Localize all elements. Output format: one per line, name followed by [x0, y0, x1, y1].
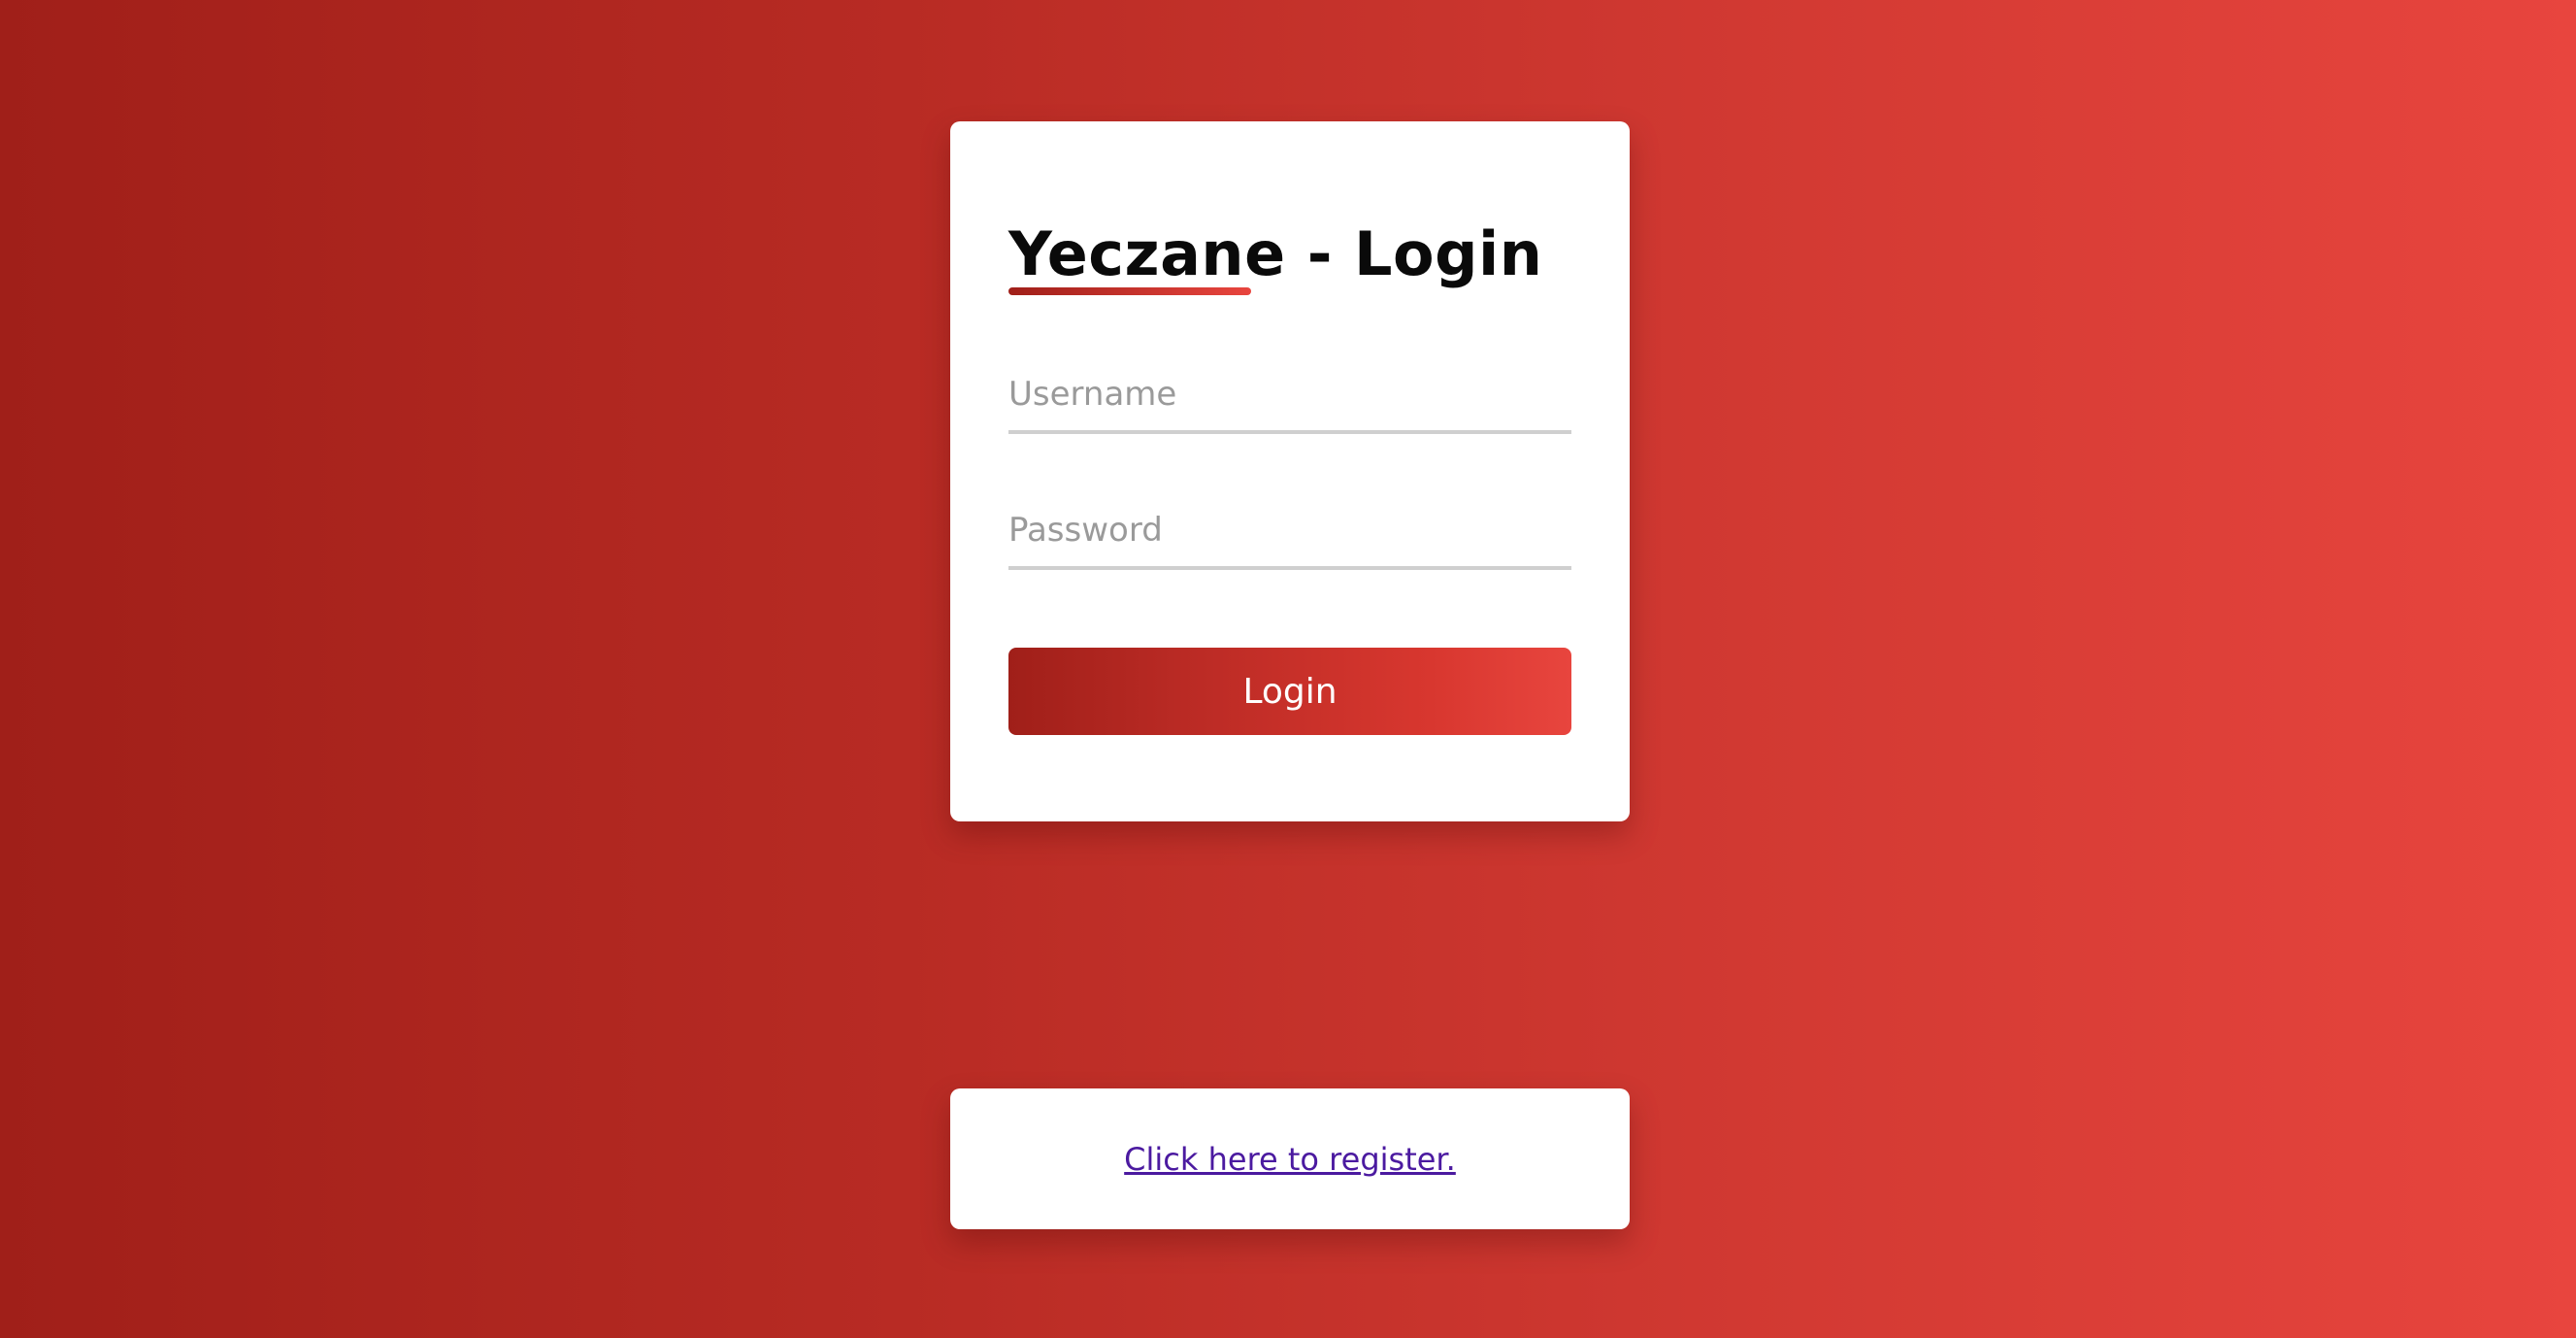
brand-underline	[1008, 287, 1251, 295]
page-title: Yeczane - Login	[1008, 218, 1543, 295]
brand-name: Yeczane	[1008, 218, 1286, 295]
register-card: Click here to register.	[950, 1088, 1630, 1229]
password-input[interactable]	[1008, 505, 1571, 570]
brand-label: Yeczane	[1008, 218, 1286, 289]
title-suffix: - Login	[1285, 218, 1543, 289]
username-input[interactable]	[1008, 369, 1571, 434]
register-link[interactable]: Click here to register.	[1124, 1141, 1456, 1178]
login-card: Yeczane - Login Login	[950, 121, 1630, 821]
login-button[interactable]: Login	[1008, 648, 1571, 735]
